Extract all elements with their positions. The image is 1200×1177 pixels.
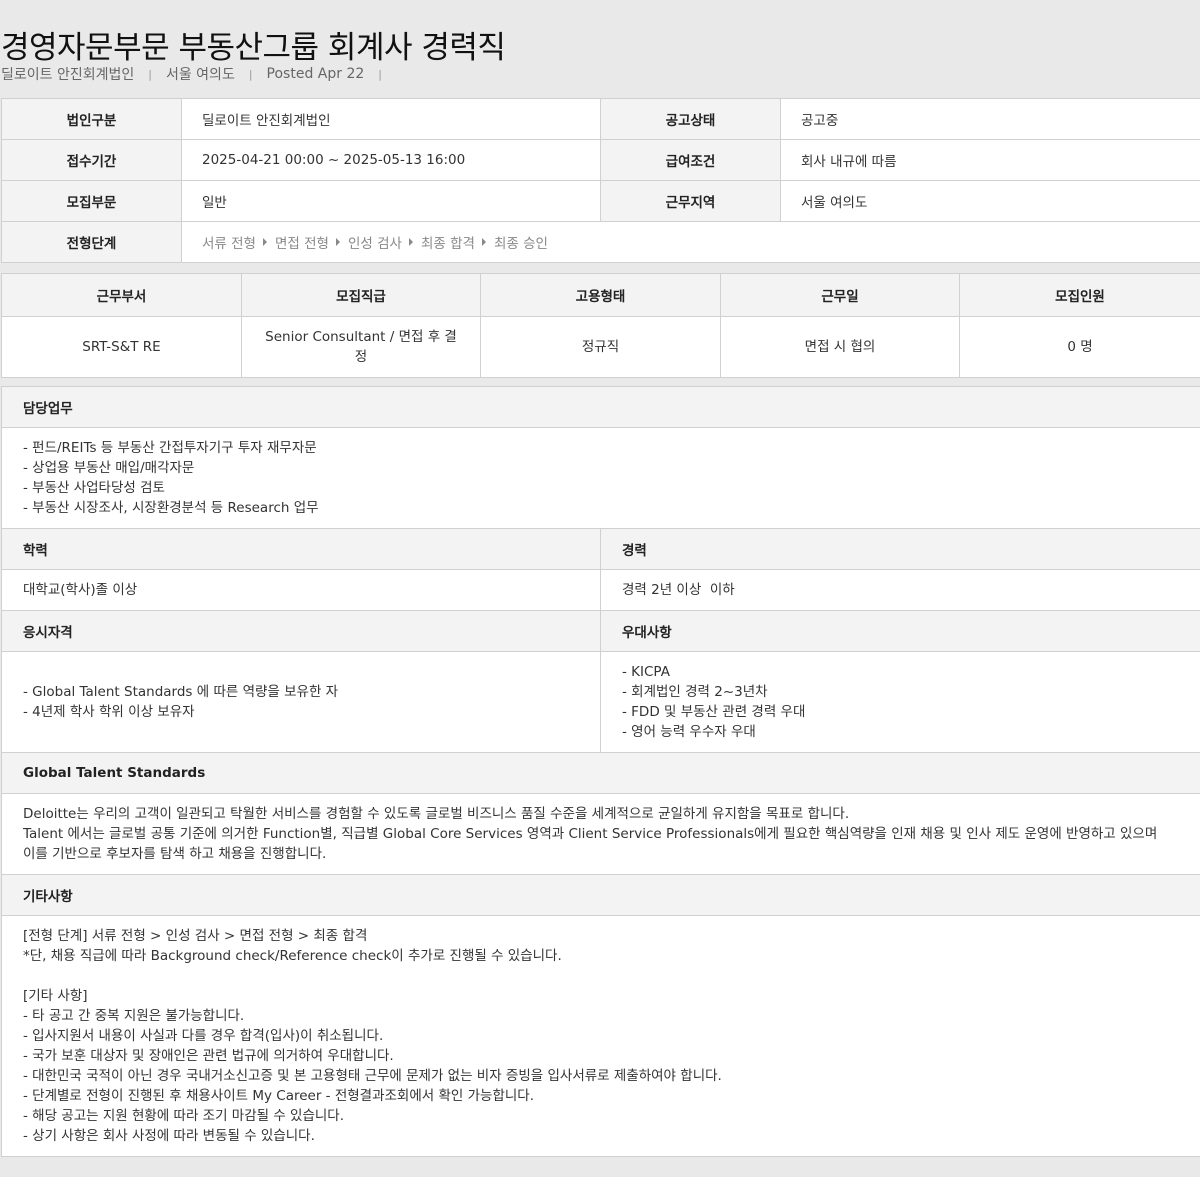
dept-label: 모집부문 bbox=[1, 180, 182, 222]
text-line: - Global Talent Standards 에 따른 역량을 보유한 자 bbox=[23, 684, 339, 700]
gts-content: Deloitte는 우리의 고객이 일관되고 탁월한 서비스를 경험할 수 있도… bbox=[1, 793, 1200, 875]
text-line: - 부동산 시장조사, 시장환경분석 등 Research 업무 bbox=[23, 500, 319, 516]
etc-label: 기타사항 bbox=[1, 874, 1200, 916]
etc-content: [전형 단계] 서류 전형 > 인성 검사 > 면접 전형 > 최종 합격 *단,… bbox=[1, 915, 1200, 1157]
job-meta: 딜로이트 안진회계법인 | 서울 여의도 | Posted Apr 22 | bbox=[1, 64, 396, 84]
info-row: 접수기간 2025-04-21 00:00 ~ 2025-05-13 16:00… bbox=[1, 139, 1200, 181]
stages-label: 전형단계 bbox=[1, 221, 182, 263]
text-line: - 입사지원서 내용이 사실과 다를 경우 합격(입사)이 취소됩니다. bbox=[23, 1028, 384, 1044]
region-value: 서울 여의도 bbox=[780, 180, 1200, 222]
page-title: 경영자문부문 부동산그룹 회계사 경력직 bbox=[1, 30, 506, 66]
period-label: 접수기간 bbox=[1, 139, 182, 181]
qualification-content: - Global Talent Standards 에 따른 역량을 보유한 자… bbox=[1, 651, 601, 753]
qualification-label: 응시자격 bbox=[1, 610, 601, 652]
salary-label: 급여조건 bbox=[600, 139, 781, 181]
education-value: 대학교(학사)졸 이상 bbox=[1, 569, 601, 611]
text-line: - FDD 및 부동산 관련 경력 우대 bbox=[622, 704, 806, 720]
stage-step: 최종 승인 bbox=[493, 236, 548, 252]
meta-separator: | bbox=[148, 67, 152, 81]
posted-date: Posted Apr 22 bbox=[266, 66, 365, 82]
text-line: - 펀드/REITs 등 부동산 간접투자기구 투자 재무자문 bbox=[23, 440, 317, 456]
text-line: - 회계법인 경력 2~3년차 bbox=[622, 684, 768, 700]
column-header: 모집직급 bbox=[241, 273, 481, 317]
column-header: 모집인원 bbox=[959, 273, 1200, 317]
table-cell: 0 명 bbox=[959, 316, 1200, 378]
text-line: - 타 공고 간 중복 지원은 불가능합니다. bbox=[23, 1008, 245, 1024]
education-label: 학력 bbox=[1, 528, 601, 570]
stage-step: 서류 전형 bbox=[202, 236, 256, 252]
stage-steps: 서류 전형 면접 전형 인성 검사 최종 합격 최종 승인 bbox=[202, 232, 1200, 252]
corp-value: 딜로이트 안진회계법인 bbox=[181, 98, 601, 140]
status-label: 공고상태 bbox=[600, 98, 781, 140]
text-line: - 상업용 부동산 매입/매각자문 bbox=[23, 460, 195, 476]
text-line: Talent 에서는 글로벌 공통 기준에 의거한 Function별, 직급별… bbox=[23, 826, 1158, 842]
meta-separator: | bbox=[378, 67, 382, 81]
job-header: 경영자문부문 부동산그룹 회계사 경력직 딜로이트 안진회계법인 | 서울 여의… bbox=[0, 0, 1200, 98]
region-label: 근무지역 bbox=[600, 180, 781, 222]
column-header: 근무일 bbox=[720, 273, 960, 317]
column-header: 고용형태 bbox=[480, 273, 721, 317]
text-line: - 대한민국 국적이 아닌 경우 국내거소신고증 및 본 고용형태 근무에 문제… bbox=[23, 1068, 722, 1084]
dept-value: 일반 bbox=[181, 180, 601, 222]
text-line: 이를 기반으로 후보자를 탐색 하고 채용을 진행합니다. bbox=[23, 846, 327, 862]
stage-step: 인성 검사 bbox=[347, 236, 402, 252]
status-value: 공고중 bbox=[780, 98, 1200, 140]
period-value: 2025-04-21 00:00 ~ 2025-05-13 16:00 bbox=[181, 139, 601, 181]
text-line: - 부동산 사업타당성 검토 bbox=[23, 480, 165, 496]
text-line: - 해당 공고는 지원 현황에 따라 조기 마감될 수 있습니다. bbox=[23, 1108, 345, 1124]
position-table: 근무부서 모집직급 고용형태 근무일 모집인원 SRT-S&T RE Senio… bbox=[1, 273, 1200, 378]
text-line: - KICPA bbox=[622, 664, 670, 680]
chevron-right-icon bbox=[408, 238, 413, 246]
job-info-table: 법인구분 딜로이트 안진회계법인 공고상태 공고중 접수기간 2025-04-2… bbox=[1, 98, 1200, 263]
chevron-right-icon bbox=[335, 238, 340, 246]
career-label: 경력 bbox=[600, 528, 1200, 570]
info-row: 모집부문 일반 근무지역 서울 여의도 bbox=[1, 180, 1200, 222]
gts-label: Global Talent Standards bbox=[1, 752, 1200, 794]
text-line: - 상기 사항은 회사 사정에 따라 변동될 수 있습니다. bbox=[23, 1128, 315, 1144]
chevron-right-icon bbox=[262, 238, 267, 246]
text-line: - 4년제 학사 학위 이상 보유자 bbox=[23, 704, 195, 720]
text-line: - 국가 보훈 대상자 및 장애인은 관련 법규에 의거하여 우대합니다. bbox=[23, 1048, 394, 1064]
table-cell: 정규직 bbox=[480, 316, 721, 378]
career-value: 경력 2년 이상 이하 bbox=[600, 569, 1200, 611]
job-detail-table: 담당업무 - 펀드/REITs 등 부동산 간접투자기구 투자 재무자문 - 상업… bbox=[1, 386, 1200, 1157]
table-cell: SRT-S&T RE bbox=[1, 316, 242, 378]
stage-step: 면접 전형 bbox=[274, 236, 329, 252]
table-row: SRT-S&T RE Senior Consultant / 면접 후 결정 정… bbox=[1, 316, 1200, 378]
job-location: 서울 여의도 bbox=[165, 67, 235, 83]
stages-value: 서류 전형 면접 전형 인성 검사 최종 합격 최종 승인 bbox=[181, 221, 1200, 263]
column-header: 근무부서 bbox=[1, 273, 242, 317]
text-line: *단, 채용 직급에 따라 Background check/Reference… bbox=[23, 948, 562, 964]
text-line: [기타 사항] bbox=[23, 988, 88, 1004]
table-cell: Senior Consultant / 면접 후 결정 bbox=[241, 316, 481, 378]
info-row: 전형단계 서류 전형 면접 전형 인성 검사 최종 합격 최종 승인 bbox=[1, 221, 1200, 263]
position-header-row: 근무부서 모집직급 고용형태 근무일 모집인원 bbox=[1, 273, 1200, 317]
text-line bbox=[23, 966, 1200, 986]
salary-value: 회사 내규에 따름 bbox=[780, 139, 1200, 181]
duty-label: 담당업무 bbox=[1, 386, 1200, 428]
preference-label: 우대사항 bbox=[600, 610, 1200, 652]
stage-step: 최종 합격 bbox=[420, 236, 475, 252]
text-line: - 단계별로 전형이 진행된 후 채용사이트 My Career - 전형결과조… bbox=[23, 1088, 535, 1104]
text-line: Deloitte는 우리의 고객이 일관되고 탁월한 서비스를 경험할 수 있도… bbox=[23, 806, 850, 822]
chevron-right-icon bbox=[481, 238, 486, 246]
text-line: [전형 단계] 서류 전형 > 인성 검사 > 면접 전형 > 최종 합격 bbox=[23, 928, 368, 944]
corp-label: 법인구분 bbox=[1, 98, 182, 140]
table-cell: 면접 시 협의 bbox=[720, 316, 960, 378]
duty-content: - 펀드/REITs 등 부동산 간접투자기구 투자 재무자문 - 상업용 부동산… bbox=[1, 427, 1200, 529]
meta-separator: | bbox=[248, 67, 253, 81]
preference-content: - KICPA - 회계법인 경력 2~3년차 - FDD 및 부동산 관련 경력 … bbox=[600, 651, 1200, 753]
company-name: 딜로이트 안진회계법인 bbox=[1, 67, 135, 83]
text-line: - 영어 능력 우수자 우대 bbox=[622, 724, 756, 740]
info-row: 법인구분 딜로이트 안진회계법인 공고상태 공고중 bbox=[1, 98, 1200, 140]
